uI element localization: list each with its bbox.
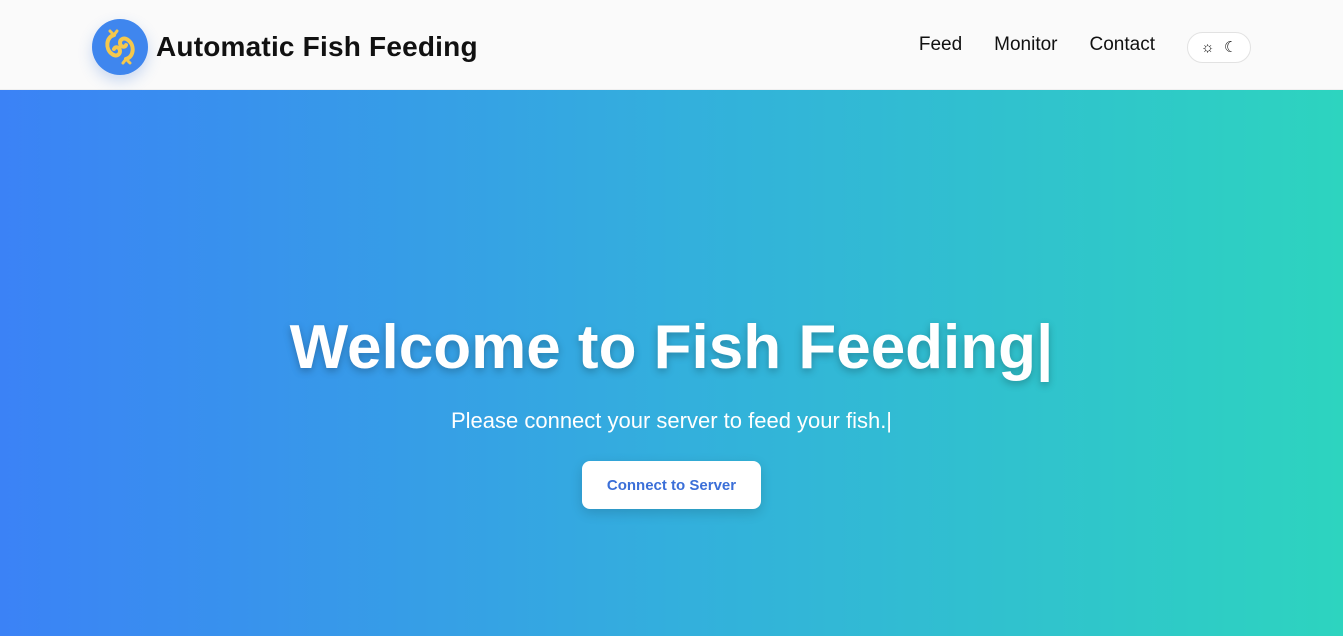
nav-link-contact[interactable]: Contact <box>1090 34 1155 56</box>
moon-icon: ☾ <box>1223 39 1238 56</box>
hero-subtitle: Please connect your server to feed your … <box>450 408 893 433</box>
logo[interactable] <box>92 19 148 75</box>
nav-links: Feed Monitor Contact <box>887 0 1155 90</box>
nav-link-monitor[interactable]: Monitor <box>994 34 1057 56</box>
brand-title: Automatic Fish Feeding <box>156 31 478 62</box>
sun-icon: ☼ <box>1200 39 1215 56</box>
theme-toggle[interactable]: ☼ ☾ <box>1187 32 1251 63</box>
brand[interactable]: Automatic Fish Feeding <box>92 19 478 75</box>
connect-server-button[interactable]: Connect to Server <box>582 461 761 509</box>
navbar: Automatic Fish Feeding Feed Monitor Cont… <box>0 0 1343 90</box>
fish-icon <box>105 29 135 65</box>
hero-section: Welcome to Fish Feeding| Please connect … <box>0 90 1343 636</box>
hero-title: Welcome to Fish Feeding| <box>289 313 1054 382</box>
nav-link-feed[interactable]: Feed <box>919 34 962 56</box>
